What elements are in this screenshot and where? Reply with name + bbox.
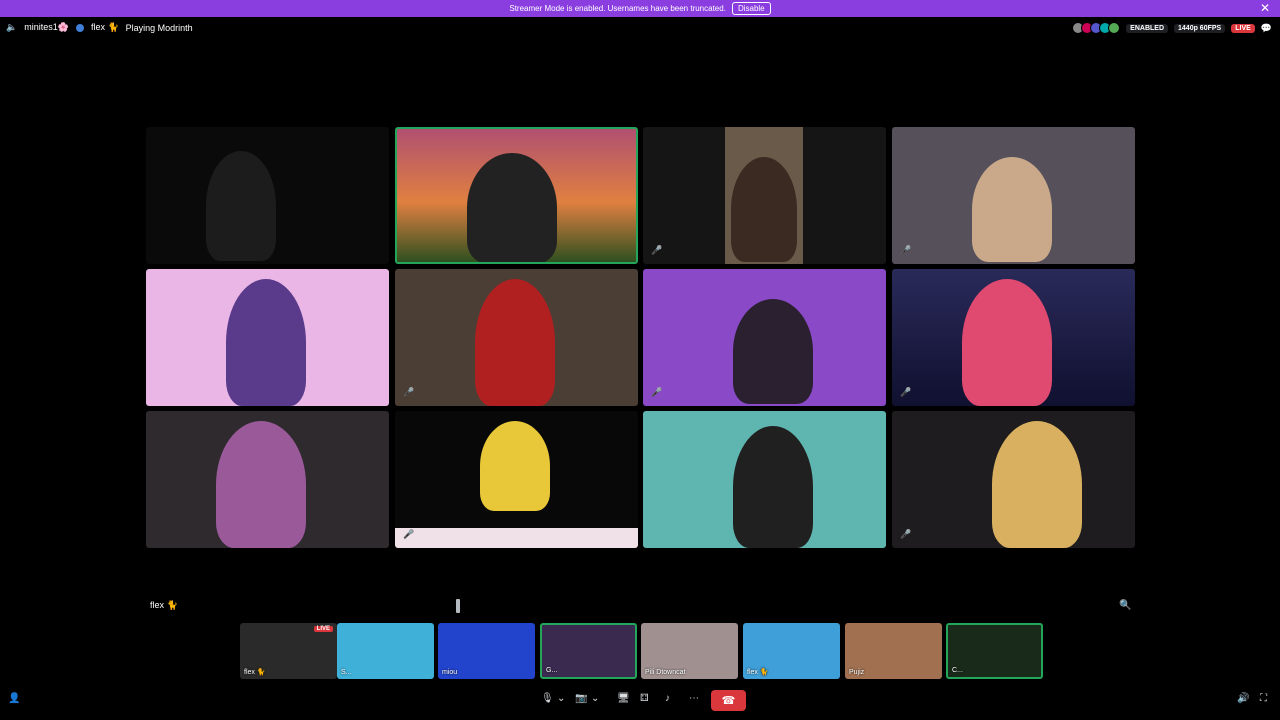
participant-name: G... [546,667,558,674]
user-name[interactable]: flex 🐈 [91,22,119,33]
participant-tile[interactable]: C... [946,623,1043,679]
chevron-down-icon[interactable]: ⌄ [591,693,599,704]
banner-text: Streamer Mode is enabled. Usernames have… [509,4,726,13]
user-avatar [75,23,84,32]
mic-muted-icon: 🎤 [651,387,663,397]
mic-muted-icon: 🎤 [900,245,912,255]
participant-name: C... [952,667,963,674]
video-tile[interactable]: 🎤 [643,127,886,264]
video-tile[interactable]: 🎤 [395,269,638,406]
video-grid: 🎤 🎤 🎤 🎤 🎤 🎤 🎤 [146,127,1136,548]
live-badge: LIVE [313,626,333,632]
server-name[interactable]: minites1🌸 [24,22,69,33]
camera-off-button[interactable]: 📷 [575,693,587,704]
video-tile[interactable]: 🎤 [892,269,1135,406]
participant-name: S... [341,669,352,676]
mic-muted-icon: 🎤 [403,387,415,397]
participant-strip: LIVE flex 🐈 S... miou G... Pili Dtowncat… [0,623,1280,680]
microphone-button[interactable]: 🎙 [541,693,554,704]
participant-tile[interactable]: miou [438,623,535,679]
live-badge: LIVE [1231,23,1255,33]
fullscreen-icon[interactable]: ⛶ [1260,693,1267,704]
chevron-down-icon[interactable]: ⌄ [557,693,565,704]
video-tile[interactable] [146,127,389,264]
participant-name: miou [442,669,458,676]
video-tile[interactable] [643,411,886,548]
volume-icon[interactable]: 🔊 [1237,693,1249,704]
video-tile[interactable] [146,411,389,548]
mic-muted-icon: 🎤 [403,529,415,539]
mic-muted-icon: 🎤 [900,387,912,397]
video-tile[interactable] [395,127,638,264]
call-controls: 👤 🎙 ⌄ 📷 ⌄ 🖥 ⚃ ♪ ⋯ ☎ 🔊 ⛶ [0,690,1280,712]
video-tile[interactable] [146,269,389,406]
streamer-mode-banner: Streamer Mode is enabled. Usernames have… [0,0,1280,17]
disable-streamer-mode-button[interactable]: Disable [731,2,771,15]
soundboard-button[interactable]: ♪ [665,693,670,704]
activity-text: Playing Modrinth [125,22,193,33]
participant-tile[interactable]: S... [337,623,434,679]
screen-share-button[interactable]: 🖥 [617,693,630,704]
chat-icon[interactable]: 💬 [1261,23,1272,34]
person-add-icon[interactable]: 👤 [8,693,20,704]
participant-name: Pili Dtowncat [645,669,686,676]
zoom-icon[interactable]: 🔍 [1119,600,1131,611]
video-tile[interactable]: 🎤 [892,127,1135,264]
participant-tile[interactable]: G... [540,623,637,679]
speaker-icon[interactable]: 🔈 [6,22,17,33]
enabled-badge[interactable]: ENABLED [1126,23,1169,33]
stream-quality-badge[interactable]: 1440p 60FPS [1174,23,1226,33]
participant-tile[interactable]: flex 🐈 [743,623,840,679]
participant-tile[interactable]: Pujiz [845,623,942,679]
viewer-avatars[interactable] [1072,22,1121,34]
video-tile[interactable]: 🎤 [643,269,886,406]
mic-muted-icon: 🎤 [900,529,912,539]
mic-muted-icon: 🎤 [651,245,663,255]
participant-name: Pujiz [849,669,865,676]
more-options-button[interactable]: ⋯ [689,693,699,704]
leave-call-button[interactable]: ☎ [711,690,746,711]
video-tile[interactable]: 🎤 [395,411,638,548]
participant-name: flex 🐈 [747,669,769,676]
volume-indicator [456,599,460,613]
participant-tile[interactable]: Pili Dtowncat [641,623,738,679]
self-name-label: flex 🐈 [150,600,178,610]
close-icon[interactable]: ✕ [1260,1,1270,15]
activities-button[interactable]: ⚃ [640,693,649,704]
call-header: 🔈 minites1🌸 flex 🐈 Playing Modrinth ENAB… [0,20,1280,38]
participant-name: flex 🐈 [244,669,266,676]
participant-tile[interactable]: LIVE flex 🐈 [240,623,337,679]
video-tile[interactable]: 🎤 [892,411,1135,548]
